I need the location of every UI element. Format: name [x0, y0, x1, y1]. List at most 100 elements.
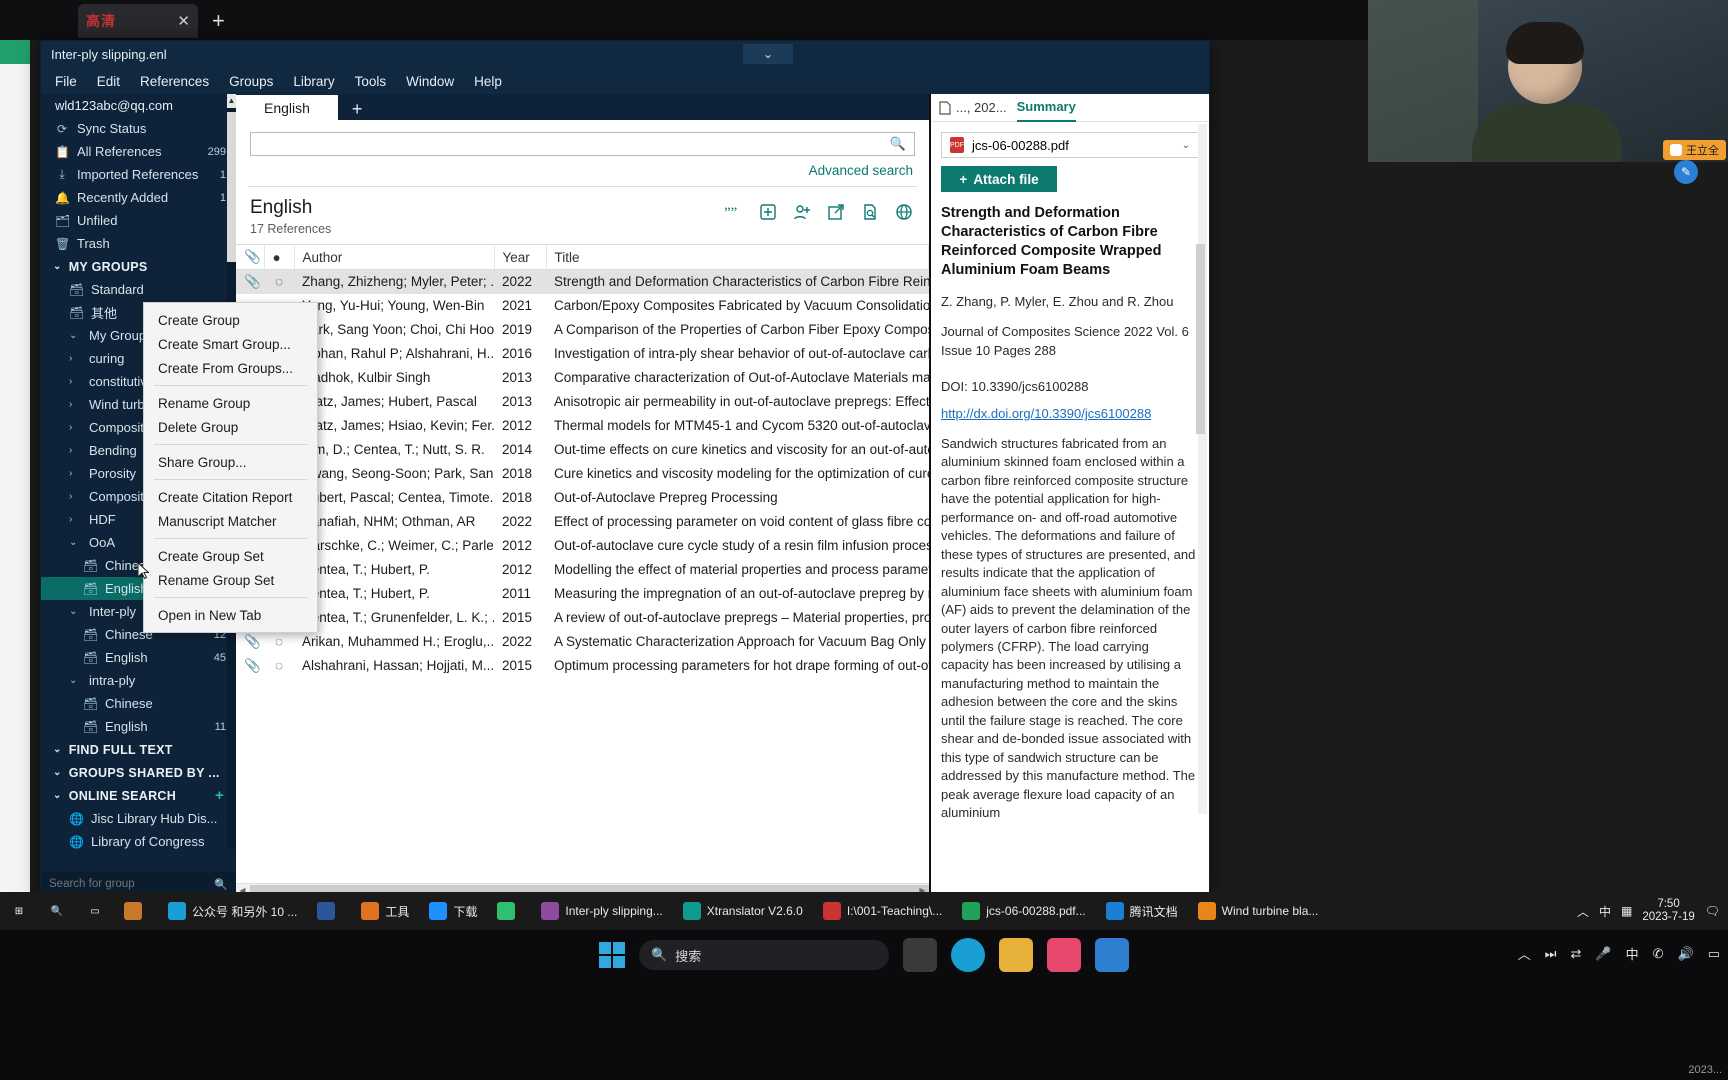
volume-icon[interactable]: 🔊: [1678, 946, 1694, 962]
scroll-up-icon[interactable]: ▲: [227, 94, 236, 108]
share-arrow-icon[interactable]: [825, 201, 847, 223]
battery-icon[interactable]: ▭: [1708, 946, 1720, 962]
chevron-right-icon[interactable]: ›: [69, 491, 81, 502]
windows-icon[interactable]: [599, 942, 625, 968]
search-box[interactable]: 🔍: [250, 132, 915, 156]
find-pdf-icon[interactable]: [859, 201, 881, 223]
close-icon[interactable]: ✕: [177, 12, 190, 30]
chevron-right-icon[interactable]: ›: [69, 468, 81, 479]
context-menu-item-share-group[interactable]: Share Group...: [144, 450, 317, 474]
reference-url-link[interactable]: http://dx.doi.org/10.3390/jcs6100288: [941, 406, 1199, 421]
edge-icon[interactable]: [951, 938, 985, 972]
chevron-right-icon[interactable]: ›: [69, 422, 81, 433]
sidebar-section-find-full-text[interactable]: ⌄ FIND FULL TEXT: [41, 738, 236, 761]
chevron-right-icon[interactable]: ›: [69, 445, 81, 456]
sidebar-group-standard[interactable]: 🗃 Standard: [41, 278, 236, 301]
taskbar-item-inter-ply-sl[interactable]: Inter-ply slipping...: [531, 892, 672, 930]
attached-file-chip[interactable]: PDF jcs-06-00288.pdf ⌄: [941, 132, 1199, 158]
advanced-search-link[interactable]: Advanced search: [809, 163, 913, 178]
sidebar-group-intra-ply[interactable]: ⌄ intra-ply: [41, 669, 236, 692]
sidebar-item-imported-references[interactable]: ⤓ Imported References 1: [41, 163, 236, 186]
table-row[interactable]: Hubert, Pascal; Centea, Timote... 2018 Out…: [236, 486, 929, 510]
table-row[interactable]: Yang, Yu-Hui; Young, Wen-Bin 2021 Carbon/E…: [236, 294, 929, 318]
row-paperclip-icon[interactable]: 📎: [236, 269, 264, 294]
taskbar-item-jcs-06-00288[interactable]: jcs-06-00288.pdf...: [952, 892, 1095, 930]
details-scrollbar[interactable]: [1196, 124, 1207, 814]
menu-tools[interactable]: Tools: [355, 74, 387, 89]
context-menu-item-create-smart-group[interactable]: Create Smart Group...: [144, 332, 317, 356]
start-button[interactable]: ⊞: [0, 892, 38, 930]
table-row[interactable]: Madhok, Kulbir Singh 2013 Comparative char…: [236, 366, 929, 390]
row-paperclip-icon[interactable]: 📎: [236, 630, 264, 654]
search-input[interactable]: [49, 878, 215, 890]
wifi-icon[interactable]: ✆: [1653, 946, 1664, 962]
paperclip-icon[interactable]: 📎: [236, 244, 265, 270]
mail-icon[interactable]: [1095, 938, 1129, 972]
context-menu-item-create-from-groups[interactable]: Create From Groups...: [144, 356, 317, 380]
row-readstatus-icon[interactable]: ◌: [264, 630, 294, 654]
table-row[interactable]: Kratz, James; Hsiao, Kevin; Fer... 2012 Th…: [236, 414, 929, 438]
sidebar-item-all-references[interactable]: 📋 All References 299: [41, 140, 236, 163]
chevron-up-icon[interactable]: ︿: [1518, 944, 1531, 963]
menu-window[interactable]: Window: [406, 74, 454, 89]
column-author[interactable]: Author: [294, 244, 495, 270]
context-menu-item-manuscript-matcher[interactable]: Manuscript Matcher: [144, 509, 317, 533]
ime-icon[interactable]: 中: [1599, 903, 1611, 920]
taskbar-item--[interactable]: 下载: [419, 892, 487, 930]
dot-icon[interactable]: ●: [264, 244, 295, 270]
taskbar-item-wind-turbine[interactable]: Wind turbine bla...: [1188, 892, 1329, 930]
browser-tab[interactable]: 高清 ✕: [78, 4, 198, 38]
sidebar-item-trash[interactable]: 🗑 Trash: [41, 232, 236, 255]
ime-icon[interactable]: 中: [1626, 944, 1639, 963]
sidebar-online-source[interactable]: 🌐 Library of Congress: [41, 830, 236, 849]
tab-summary[interactable]: Summary: [1016, 94, 1076, 122]
search-input[interactable]: [259, 136, 890, 152]
details-scroll-thumb[interactable]: [1196, 244, 1205, 434]
search-icon[interactable]: 🔍: [214, 878, 228, 891]
taskbar-search[interactable]: 🔍 搜索: [639, 940, 889, 970]
settings-icon[interactable]: ⇄: [1571, 946, 1582, 962]
taskbar-item-store-icon[interactable]: [114, 892, 158, 930]
explorer-icon[interactable]: [999, 938, 1033, 972]
sidebar-group-english[interactable]: 🗃 English 45: [41, 646, 236, 669]
menu-library[interactable]: Library: [293, 74, 334, 89]
sidebar-section-groups-shared-by-[interactable]: ⌄ GROUPS SHARED BY ...: [41, 761, 236, 784]
quote-icon[interactable]: ””: [723, 201, 745, 223]
media-icon[interactable]: ⏭: [1545, 946, 1557, 962]
context-menu-item-open-in-new-tab[interactable]: Open in New Tab: [144, 603, 317, 627]
sidebar-item-recently-added[interactable]: 🔔 Recently Added 1: [41, 186, 236, 209]
floating-action-icon[interactable]: ✎: [1674, 160, 1698, 184]
sidebar-group-chinese[interactable]: 🗃 Chinese: [41, 692, 236, 715]
task-view-button[interactable]: ▭: [76, 892, 114, 930]
taskbar-item-i-001-teach[interactable]: I:\001-Teaching\...: [813, 892, 952, 930]
sidebar-online-source[interactable]: 🌐 Jisc Library Hub Dis...: [41, 807, 236, 830]
table-row[interactable]: Kim, D.; Centea, T.; Nutt, S. R. 2014 Out-…: [236, 438, 929, 462]
context-menu-item-create-group[interactable]: Create Group: [144, 308, 317, 332]
taskbar-item--[interactable]: 腾讯文档: [1096, 892, 1188, 930]
new-tab-button[interactable]: +: [212, 10, 225, 32]
row-readstatus-icon[interactable]: ◌: [264, 269, 294, 294]
keyboard-icon[interactable]: ▦: [1621, 904, 1632, 918]
chevron-right-icon[interactable]: ›: [69, 399, 81, 410]
table-row[interactable]: Centea, T.; Hubert, P. 2012 Modelling the …: [236, 558, 929, 582]
sidebar-item-sync-status[interactable]: ⟳ Sync Status: [41, 117, 236, 140]
context-menu-item-create-group-set[interactable]: Create Group Set: [144, 544, 317, 568]
taskbar-clock[interactable]: 7:50 2023-7-19: [1642, 898, 1694, 924]
notification-icon[interactable]: 🗨: [1705, 904, 1720, 918]
column-title[interactable]: Title: [546, 244, 929, 270]
taskbar-item--10-[interactable]: 公众号 和另外 10 ...: [158, 892, 307, 930]
table-row[interactable]: Centea, T.; Hubert, P. 2011 Measuring the …: [236, 582, 929, 606]
search-icon[interactable]: 🔍: [890, 136, 906, 152]
sidebar-group-english[interactable]: 🗃 English 11: [41, 715, 236, 738]
chevron-down-icon[interactable]: ⌄: [69, 330, 81, 341]
table-row[interactable]: Kratz, James; Hubert, Pascal 2013 Anisotro…: [236, 390, 929, 414]
menu-groups[interactable]: Groups: [229, 74, 273, 89]
chevron-down-icon[interactable]: ⌄: [69, 606, 81, 617]
table-row[interactable]: Hwang, Seong-Soon; Park, San... 2018 Cure …: [236, 462, 929, 486]
add-person-icon[interactable]: [791, 201, 813, 223]
mic-icon[interactable]: 🎤: [1595, 946, 1611, 962]
copy-to-icon[interactable]: [757, 201, 779, 223]
chevron-up-icon[interactable]: ︿: [1577, 903, 1589, 920]
chevron-down-icon[interactable]: ⌄: [1182, 140, 1190, 151]
sidebar-account[interactable]: wld123abc@qq.com: [41, 94, 236, 117]
